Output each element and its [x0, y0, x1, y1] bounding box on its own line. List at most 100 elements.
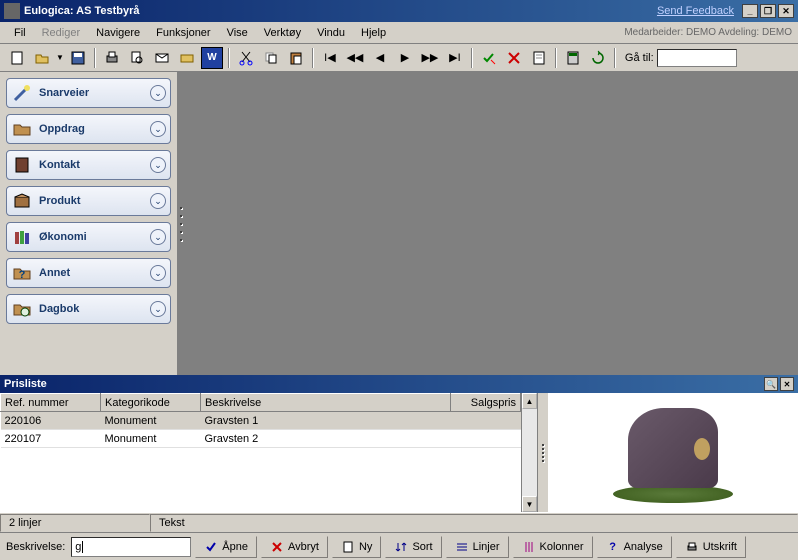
chevron-down-icon[interactable]: ⌄ [150, 157, 166, 173]
chevron-down-icon[interactable]: ⌄ [150, 265, 166, 281]
analyse-button[interactable]: ?Analyse [597, 536, 672, 558]
search-input[interactable]: g [71, 537, 191, 557]
folder-doc-icon [11, 118, 33, 140]
preview-icon[interactable] [126, 47, 148, 69]
calc-icon[interactable] [562, 47, 584, 69]
paste-icon[interactable] [285, 47, 307, 69]
app-icon [4, 3, 20, 19]
sidebar-item-annet[interactable]: ? Annet ⌄ [6, 258, 171, 288]
cell-ref: 220106 [1, 412, 101, 430]
nav-prev-icon[interactable]: ◀ [369, 47, 391, 69]
chevron-down-icon[interactable]: ⌄ [150, 229, 166, 245]
main-toolbar: ▼ W I◀ ◀◀ ◀ ▶ ▶▶ ▶I Gå til: [0, 44, 798, 72]
sidebar-item-label: Annet [39, 267, 150, 279]
delete-icon[interactable] [503, 47, 525, 69]
status-text-label: Tekst [150, 514, 798, 532]
mail-icon[interactable] [151, 47, 173, 69]
nav-next-icon[interactable]: ▶ [394, 47, 416, 69]
sidebar-item-snarveier[interactable]: Snarveier ⌄ [6, 78, 171, 108]
goto-input[interactable] [657, 49, 737, 67]
col-besk[interactable]: Beskrivelse [201, 394, 451, 412]
x-icon [270, 540, 284, 554]
menu-navigere[interactable]: Navigere [88, 25, 148, 41]
close-button[interactable]: ✕ [778, 4, 794, 18]
dropdown-icon[interactable]: ▼ [56, 53, 64, 62]
check-icon [204, 540, 218, 554]
refresh-icon[interactable] [587, 47, 609, 69]
table-row[interactable]: 220106 Monument Gravsten 1 [1, 412, 521, 430]
sidebar-item-produkt[interactable]: Produkt ⌄ [6, 186, 171, 216]
nav-last-icon[interactable]: ▶I [444, 47, 466, 69]
user-status: Medarbeider: DEMO Avdeling: DEMO [624, 27, 792, 38]
cell-pris [451, 412, 521, 430]
goto-label: Gå til: [625, 52, 654, 64]
wand-icon [11, 82, 33, 104]
doc-icon [341, 540, 355, 554]
titlebar: Eulogica: AS Testbyrå Send Feedback _ ❐ … [0, 0, 798, 22]
chevron-down-icon[interactable]: ⌄ [150, 85, 166, 101]
save-icon[interactable] [67, 47, 89, 69]
cell-besk: Gravsten 1 [201, 412, 451, 430]
sidebar-item-dagbok[interactable]: Dagbok ⌄ [6, 294, 171, 324]
nav-prev-page-icon[interactable]: ◀◀ [344, 47, 366, 69]
minimize-button[interactable]: _ [742, 4, 758, 18]
open-button[interactable]: Åpne [195, 536, 257, 558]
sort-button[interactable]: Sort [385, 536, 441, 558]
menu-funksjoner[interactable]: Funksjoner [148, 25, 218, 41]
envelope-icon[interactable] [176, 47, 198, 69]
sidebar-item-okonomi[interactable]: Økonomi ⌄ [6, 222, 171, 252]
vertical-scrollbar[interactable]: ▲ ▼ [521, 393, 537, 512]
scroll-up-icon[interactable]: ▲ [522, 393, 537, 409]
menu-hjelp[interactable]: Hjelp [353, 25, 394, 41]
cell-ref: 220107 [1, 430, 101, 448]
panel-titlebar: Prisliste 🔍 ✕ [0, 375, 798, 393]
col-pris[interactable]: Salgspris [451, 394, 521, 412]
col-kat[interactable]: Kategorikode [101, 394, 201, 412]
sidebar-item-oppdrag[interactable]: Oppdrag ⌄ [6, 114, 171, 144]
panel-close-icon[interactable]: ✕ [780, 377, 794, 391]
copy-icon[interactable] [260, 47, 282, 69]
scroll-down-icon[interactable]: ▼ [522, 496, 537, 512]
lines-button[interactable]: Linjer [446, 536, 509, 558]
nav-first-icon[interactable]: I◀ [319, 47, 341, 69]
cell-kat: Monument [101, 430, 201, 448]
price-table[interactable]: Ref. nummer Kategorikode Beskrivelse Sal… [0, 393, 521, 512]
sidebar-item-kontakt[interactable]: Kontakt ⌄ [6, 150, 171, 180]
panel-search-icon[interactable]: 🔍 [764, 377, 778, 391]
chevron-down-icon[interactable]: ⌄ [150, 301, 166, 317]
menu-vise[interactable]: Vise [219, 25, 256, 41]
print-icon[interactable] [101, 47, 123, 69]
menubar: Fil Rediger Navigere Funksjoner Vise Ver… [0, 22, 798, 44]
book-icon [11, 154, 33, 176]
menu-verktoy[interactable]: Verktøy [256, 25, 309, 41]
col-ref[interactable]: Ref. nummer [1, 394, 101, 412]
new-button[interactable]: Ny [332, 536, 381, 558]
menu-fil[interactable]: Fil [6, 25, 34, 41]
printer-icon [685, 540, 699, 554]
cancel-button[interactable]: Avbryt [261, 536, 328, 558]
open-icon[interactable] [31, 47, 53, 69]
splitter-handle[interactable] [178, 204, 184, 244]
table-row[interactable]: 220107 Monument Gravsten 2 [1, 430, 521, 448]
sidebar-item-label: Økonomi [39, 231, 150, 243]
restore-button[interactable]: ❐ [760, 4, 776, 18]
check-icon[interactable] [478, 47, 500, 69]
columns-button[interactable]: Kolonner [513, 536, 593, 558]
word-icon[interactable]: W [201, 47, 223, 69]
cell-kat: Monument [101, 412, 201, 430]
monument-image [613, 403, 733, 503]
lines-icon [455, 540, 469, 554]
print-button[interactable]: Utskrift [676, 536, 746, 558]
sidebar-item-label: Snarveier [39, 87, 150, 99]
box-icon [11, 190, 33, 212]
columns-icon [522, 540, 536, 554]
menu-vindu[interactable]: Vindu [309, 25, 353, 41]
chevron-down-icon[interactable]: ⌄ [150, 121, 166, 137]
panel-splitter[interactable] [538, 393, 548, 512]
form-icon[interactable] [528, 47, 550, 69]
new-doc-icon[interactable] [6, 47, 28, 69]
chevron-down-icon[interactable]: ⌄ [150, 193, 166, 209]
nav-next-page-icon[interactable]: ▶▶ [419, 47, 441, 69]
cut-icon[interactable] [235, 47, 257, 69]
send-feedback-link[interactable]: Send Feedback [657, 5, 734, 17]
